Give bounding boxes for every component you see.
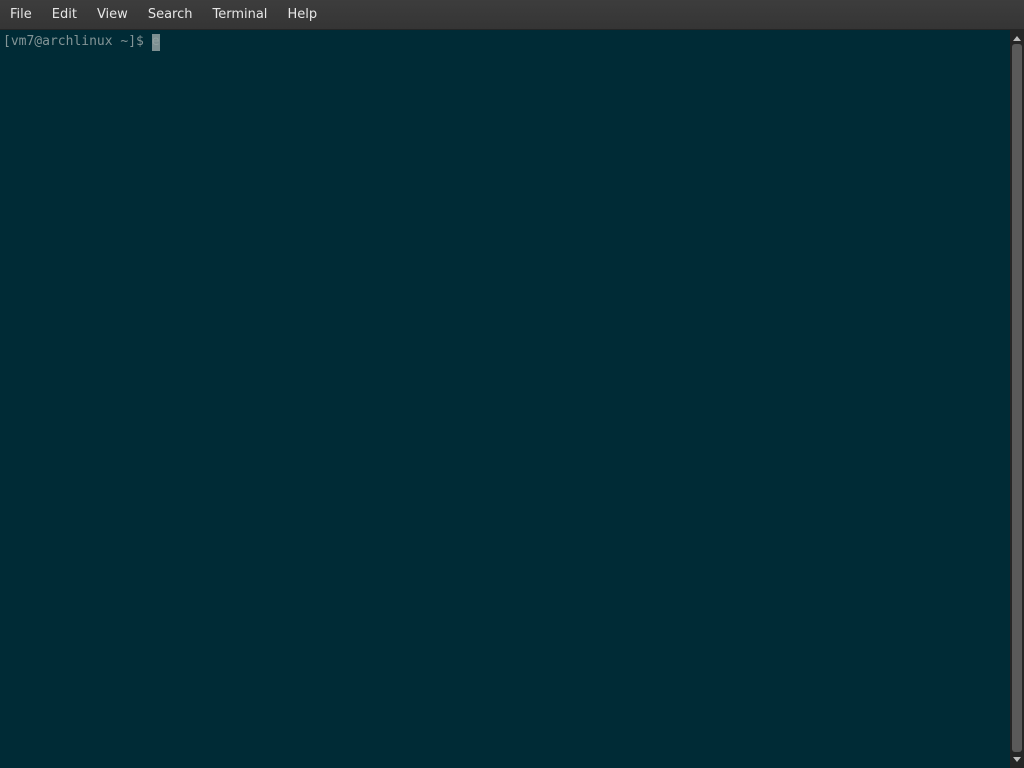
menu-terminal[interactable]: Terminal xyxy=(202,0,277,29)
menu-edit[interactable]: Edit xyxy=(42,0,87,29)
terminal-window: File Edit View Search Terminal Help [vm7… xyxy=(0,0,1024,768)
shell-prompt: [vm7@archlinux ~]$ xyxy=(3,34,152,49)
menu-file[interactable]: File xyxy=(0,0,42,29)
menu-search[interactable]: Search xyxy=(138,0,203,29)
menu-view[interactable]: View xyxy=(87,0,138,29)
prompt-line: [vm7@archlinux ~]$ e xyxy=(3,33,1010,51)
menu-help[interactable]: Help xyxy=(277,0,327,29)
text-cursor xyxy=(151,33,160,51)
scroll-down-icon[interactable] xyxy=(1013,757,1021,762)
vertical-scrollbar[interactable] xyxy=(1010,30,1024,768)
scroll-up-icon[interactable] xyxy=(1013,36,1021,41)
scrollbar-thumb[interactable] xyxy=(1012,44,1022,752)
menu-bar: File Edit View Search Terminal Help xyxy=(0,0,1024,30)
terminal-output[interactable]: [vm7@archlinux ~]$ e xyxy=(0,30,1010,768)
